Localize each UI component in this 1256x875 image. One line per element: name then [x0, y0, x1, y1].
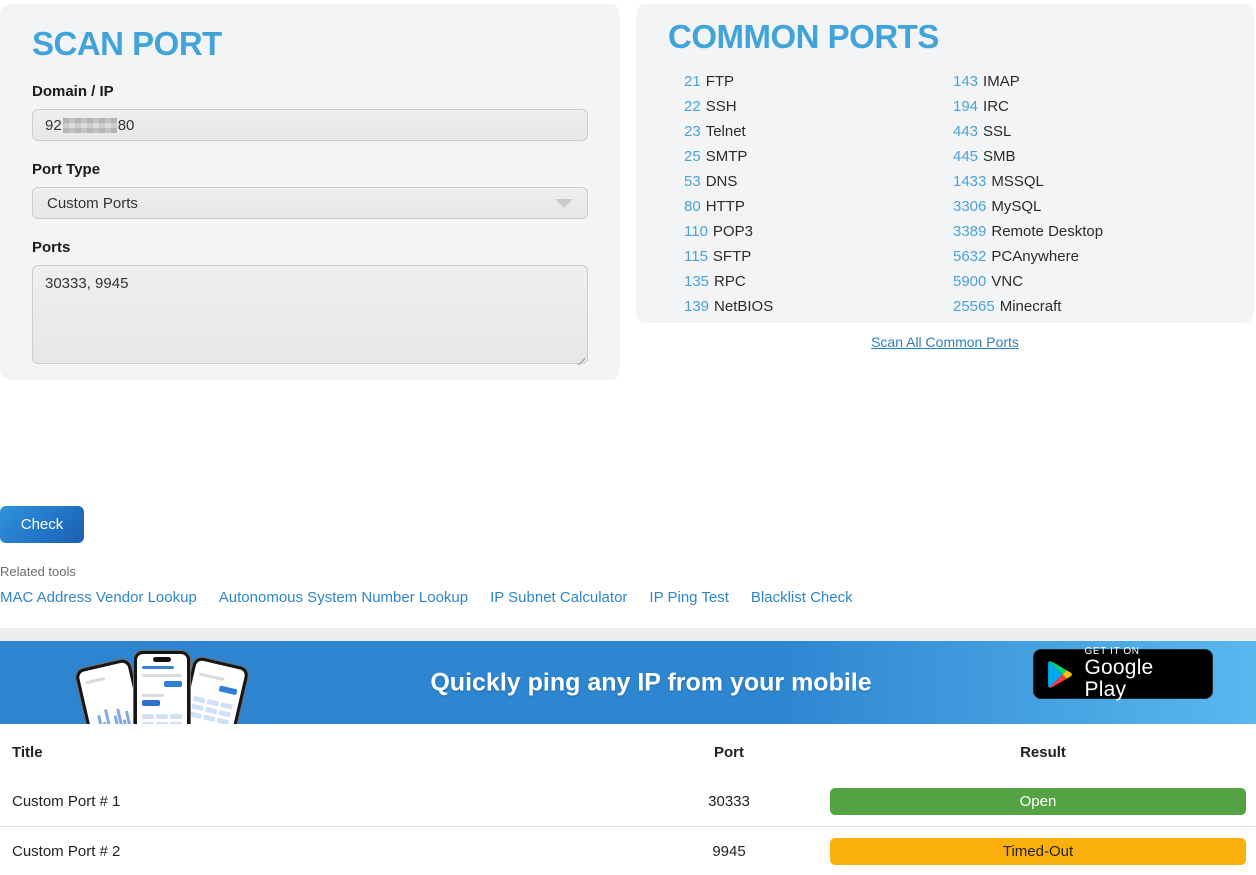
port-link-remote-desktop[interactable]: 3389Remote Desktop — [953, 219, 1222, 244]
scan-results-table: Title Port Result Custom Port # 1 30333 … — [0, 724, 1256, 875]
phone-center-icon — [134, 651, 190, 724]
port-link-netbios[interactable]: 139NetBIOS — [684, 294, 953, 319]
row-title: Custom Port # 1 — [0, 793, 628, 810]
common-ports-title: COMMON PORTS — [668, 4, 1222, 56]
port-link-http[interactable]: 80HTTP — [684, 194, 953, 219]
link-mac-address-vendor-lookup[interactable]: MAC Address Vendor Lookup — [0, 589, 197, 606]
port-link-imap[interactable]: 143IMAP — [953, 69, 1222, 94]
section-divider — [0, 628, 1256, 641]
row-port: 30333 — [628, 793, 830, 810]
header-port: Port — [628, 744, 830, 761]
port-link-smtp[interactable]: 25SMTP — [684, 144, 953, 169]
port-link-ssl[interactable]: 443SSL — [953, 119, 1222, 144]
status-badge: Open — [830, 788, 1246, 815]
port-link-sftp[interactable]: 115SFTP — [684, 244, 953, 269]
common-ports-panel: COMMON PORTS 21FTP 22SSH 23Telnet 25SMTP… — [636, 4, 1254, 323]
port-link-rpc[interactable]: 135RPC — [684, 269, 953, 294]
port-link-vnc[interactable]: 5900VNC — [953, 269, 1222, 294]
header-result: Result — [830, 744, 1256, 761]
header-title: Title — [0, 744, 628, 761]
port-type-select[interactable]: Custom Ports — [32, 187, 588, 219]
scan-port-title: SCAN PORT — [32, 4, 588, 63]
port-type-label: Port Type — [32, 161, 588, 178]
banner-headline: Quickly ping any IP from your mobile — [430, 668, 871, 697]
domain-ip-value-start: 92 — [45, 117, 62, 134]
port-link-dns[interactable]: 53DNS — [684, 169, 953, 194]
check-button[interactable]: Check — [0, 506, 84, 543]
domain-ip-label: Domain / IP — [32, 83, 588, 100]
port-link-mysql[interactable]: 3306MySQL — [953, 194, 1222, 219]
domain-ip-redacted-blur — [63, 118, 117, 133]
phone-mockups-image — [85, 647, 243, 724]
port-link-minecraft[interactable]: 25565Minecraft — [953, 294, 1222, 319]
ports-label: Ports — [32, 239, 588, 256]
results-header-row: Title Port Result — [0, 724, 1256, 777]
link-ip-subnet-calculator[interactable]: IP Subnet Calculator — [490, 589, 627, 606]
link-blacklist-check[interactable]: Blacklist Check — [751, 589, 853, 606]
port-link-pop3[interactable]: 110POP3 — [684, 219, 953, 244]
google-play-badge[interactable]: GET IT ON Google Play — [1033, 649, 1213, 699]
status-badge: Timed-Out — [830, 838, 1246, 865]
top-panels: SCAN PORT Domain / IP 92 80 Port Type Cus… — [0, 0, 1256, 380]
google-play-store-name: Google Play — [1085, 657, 1199, 701]
link-ip-ping-test[interactable]: IP Ping Test — [649, 589, 729, 606]
row-port: 9945 — [628, 843, 830, 860]
port-link-mssql[interactable]: 1433MSSQL — [953, 169, 1222, 194]
common-ports-list: 21FTP 22SSH 23Telnet 25SMTP 53DNS 80HTTP… — [668, 69, 1222, 319]
table-row: Custom Port # 1 30333 Open — [0, 777, 1256, 826]
port-link-smb[interactable]: 445SMB — [953, 144, 1222, 169]
domain-ip-input[interactable]: 92 80 — [32, 109, 588, 141]
port-link-telnet[interactable]: 23Telnet — [684, 119, 953, 144]
port-type-selected-value: Custom Ports — [47, 195, 138, 212]
port-link-pcanywhere[interactable]: 5632PCAnywhere — [953, 244, 1222, 269]
port-link-ssh[interactable]: 22SSH — [684, 94, 953, 119]
google-play-triangle-icon — [1047, 660, 1074, 689]
domain-ip-value-end: 80 — [118, 117, 135, 134]
port-link-irc[interactable]: 194IRC — [953, 94, 1222, 119]
scan-port-panel: SCAN PORT Domain / IP 92 80 Port Type Cus… — [0, 4, 620, 380]
chevron-down-icon — [555, 199, 573, 208]
port-link-ftp[interactable]: 21FTP — [684, 69, 953, 94]
related-tools-heading: Related tools — [0, 564, 1256, 579]
link-autonomous-system-number-lookup[interactable]: Autonomous System Number Lookup — [219, 589, 468, 606]
related-tools-links: MAC Address Vendor Lookup Autonomous Sys… — [0, 589, 1256, 606]
mobile-app-banner: Quickly ping any IP from your mobile GET… — [0, 641, 1256, 724]
row-title: Custom Port # 2 — [0, 843, 628, 860]
scan-all-common-ports-link[interactable]: Scan All Common Ports — [871, 334, 1019, 350]
table-row: Custom Port # 2 9945 Timed-Out — [0, 826, 1256, 875]
ports-textarea[interactable]: 30333, 9945 — [32, 265, 588, 364]
